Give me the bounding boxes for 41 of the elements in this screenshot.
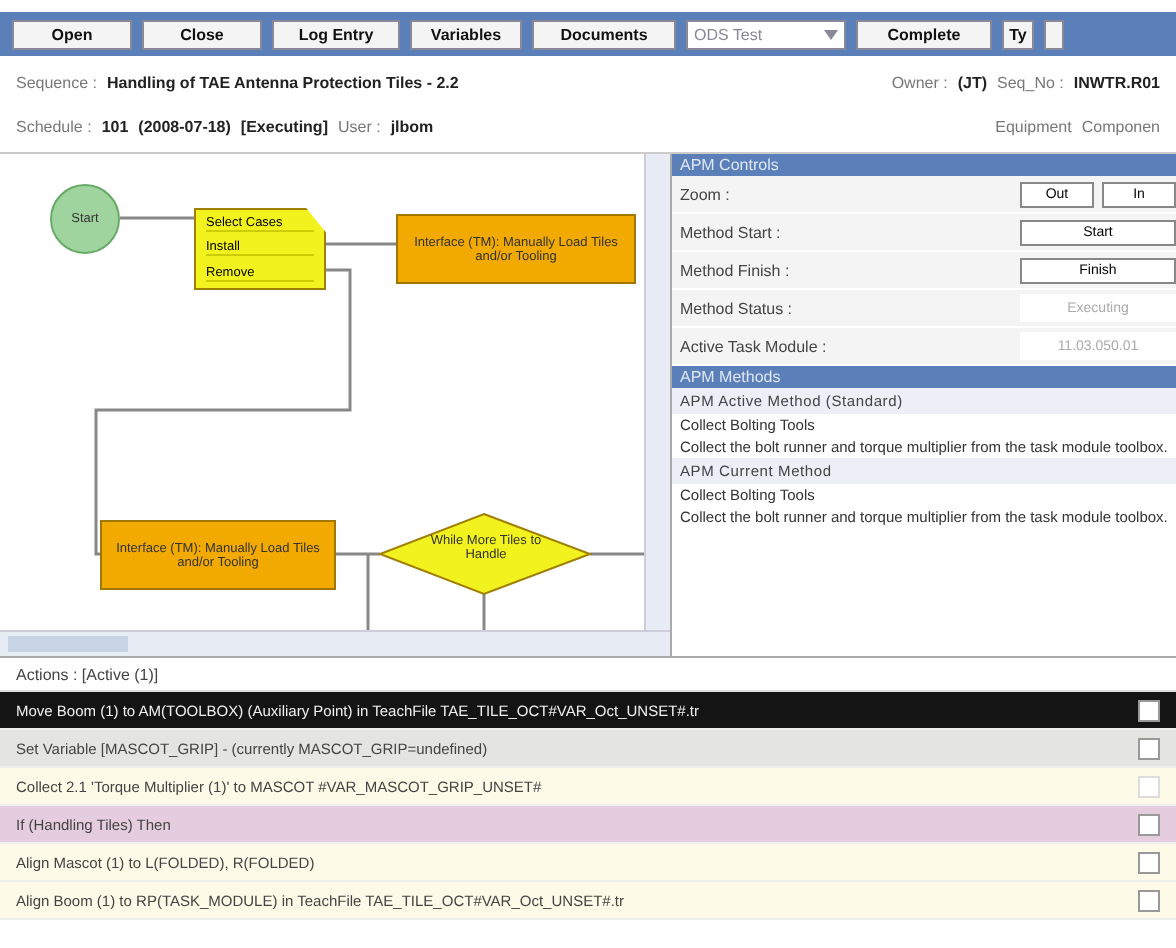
checkbox[interactable]	[1138, 737, 1160, 759]
toolbar-button[interactable]: Variables	[410, 19, 522, 49]
schedule-value: 101	[101, 117, 129, 135]
connector-line	[482, 594, 486, 630]
owner-value: (JT)	[957, 73, 988, 91]
checkbox[interactable]	[1138, 699, 1160, 721]
control-label: Active Task Module :	[680, 337, 829, 355]
sequence-name: Handling of TAE Antenna Protection Tiles - 2.2	[106, 73, 459, 91]
toolbar-button[interactable]: Documents	[532, 19, 676, 49]
panel-title: APM Methods	[672, 366, 1176, 388]
seq-no-value: INWTR.R01	[1073, 73, 1160, 91]
small-button[interactable]: Ty	[1002, 19, 1034, 49]
vertical-scrollbar[interactable]	[644, 154, 670, 630]
components-tab[interactable]: Componen	[1081, 117, 1160, 135]
control-label: Zoom :	[680, 185, 732, 203]
toolbar-button[interactable]: Open	[12, 19, 132, 49]
connector-line	[590, 552, 644, 556]
checkbox[interactable]	[1138, 889, 1160, 911]
schedule-status: [Executing]	[240, 117, 328, 135]
control-label: Method Status :	[680, 299, 795, 317]
connector-line	[326, 242, 396, 246]
field-label: Owner :	[891, 73, 948, 91]
control-label: Method Start :	[680, 223, 783, 241]
horizontal-scrollbar[interactable]	[0, 630, 670, 656]
schedule-date: (2008-07-18)	[138, 117, 231, 135]
caret-icon	[824, 29, 838, 39]
user-value: jlbom	[390, 117, 434, 135]
control-label: Method Finish :	[680, 261, 792, 279]
checkbox[interactable]	[1138, 851, 1160, 873]
panel-title: APM Controls	[672, 154, 1176, 176]
toolbar-button[interactable]: Log Entry	[272, 19, 400, 49]
square-button[interactable]	[1044, 19, 1064, 49]
field-label: User :	[337, 117, 381, 135]
field-label: Sequence :	[16, 73, 97, 91]
complete-button[interactable]: Complete	[856, 19, 992, 49]
checkbox[interactable]	[1138, 813, 1160, 835]
toolbar-button[interactable]: Close	[142, 19, 262, 49]
connector-line	[120, 216, 194, 220]
field-label: Schedule :	[16, 117, 92, 135]
equipment-tab[interactable]: Equipment	[995, 117, 1072, 135]
field-label: Seq_No :	[997, 73, 1064, 91]
